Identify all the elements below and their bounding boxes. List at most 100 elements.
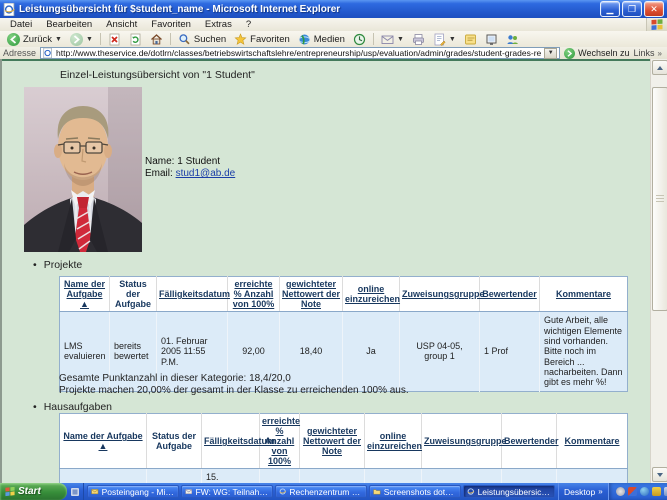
- folder-icon: [373, 487, 381, 496]
- menu-datei[interactable]: Datei: [3, 19, 39, 30]
- scroll-up-button[interactable]: [652, 60, 667, 75]
- student-email-link[interactable]: stud1@ab.de: [176, 168, 236, 179]
- back-icon: [7, 33, 20, 46]
- taskbar-task-leistungsuebersicht[interactable]: Leistungsübersicht fü...: [463, 485, 555, 498]
- stop-button[interactable]: [105, 32, 124, 46]
- history-button[interactable]: [350, 32, 369, 46]
- forward-icon: [70, 33, 83, 46]
- tray-network-icon[interactable]: [664, 487, 667, 496]
- home-icon: [150, 33, 163, 46]
- go-button[interactable]: Wechseln zu: [564, 48, 629, 59]
- sort-header-nettowert[interactable]: gewichteter Nettowert der Note: [280, 277, 343, 312]
- sort-header-bewertender[interactable]: Bewertender: [480, 277, 540, 312]
- desktop-toolbar[interactable]: Desktop »: [558, 483, 608, 500]
- menu-hilfe[interactable]: ?: [239, 19, 258, 30]
- email-label: Email:: [145, 168, 173, 179]
- start-button[interactable]: Start: [0, 483, 67, 500]
- forward-dropdown-icon[interactable]: ▼: [86, 36, 93, 43]
- minimize-button[interactable]: ▁: [600, 1, 620, 17]
- cell-datum: 15. November 2004 11:55 P.M.: [202, 469, 260, 483]
- start-label: Start: [18, 486, 41, 497]
- cell-aufgabe: Zusammenfassung OpenACS: [60, 469, 147, 483]
- menu-bearbeiten[interactable]: Bearbeiten: [39, 19, 99, 30]
- url-text: http://www.theservice.de/dotlrn/classes/…: [56, 48, 541, 58]
- messenger-button[interactable]: [503, 32, 522, 46]
- address-dropdown-icon[interactable]: ▼: [544, 48, 557, 59]
- vertical-scrollbar[interactable]: [650, 59, 667, 483]
- sort-header-faelligkeitsdatum[interactable]: Fälligkeitsdatum: [157, 277, 228, 312]
- refresh-icon: [129, 33, 142, 46]
- cell-bewertender: 1 Prof: [480, 312, 540, 391]
- address-input[interactable]: http://www.theservice.de/dotlrn/classes/…: [40, 47, 560, 59]
- edit-button[interactable]: ▼: [430, 32, 459, 46]
- refresh-button[interactable]: [126, 32, 145, 46]
- tray-clock-icon[interactable]: [616, 487, 625, 496]
- sort-header-faelligkeitsdatum[interactable]: Fälligkeitsdatum: [202, 414, 260, 469]
- search-label: Suchen: [194, 34, 226, 45]
- section-projekte-title: Projekte: [33, 259, 82, 271]
- go-icon: [564, 48, 575, 59]
- scrollbar-thumb[interactable]: [652, 87, 667, 311]
- address-label: Adresse: [3, 48, 36, 58]
- toolbar-separator: [100, 33, 101, 45]
- links-chevron-icon[interactable]: »: [658, 49, 662, 58]
- tray-update-icon[interactable]: [652, 487, 661, 496]
- back-dropdown-icon[interactable]: ▼: [55, 36, 62, 43]
- sort-header-zuweisungsgruppe[interactable]: Zuweisungsgruppe: [422, 414, 502, 469]
- home-button[interactable]: [147, 32, 166, 46]
- menu-ansicht[interactable]: Ansicht: [99, 19, 144, 30]
- edit-dropdown-icon[interactable]: ▼: [449, 36, 456, 43]
- search-button[interactable]: Suchen: [175, 32, 229, 46]
- sort-header-online-einzureichen[interactable]: online einzureichen: [343, 277, 400, 312]
- forward-button[interactable]: ▼: [67, 32, 96, 46]
- menu-extras[interactable]: Extras: [198, 19, 239, 30]
- discuss-button[interactable]: [461, 32, 480, 46]
- start-flag-icon: [5, 487, 15, 497]
- sort-header-name-der-aufgabe[interactable]: Name der Aufgabe ▲: [60, 277, 110, 312]
- sort-header-erreichte-prozent[interactable]: erreichte % Anzahl von 100%: [228, 277, 280, 312]
- tray-volume-icon[interactable]: [640, 487, 649, 496]
- sort-header-name-der-aufgabe[interactable]: Name der Aufgabe ▲: [60, 414, 147, 469]
- menu-favoriten[interactable]: Favoriten: [144, 19, 198, 30]
- window-title: Leistungsübersicht für $student_name - M…: [19, 4, 598, 15]
- browser-window: Leistungsübersicht für $student_name - M…: [0, 0, 667, 500]
- scroll-down-button[interactable]: [652, 467, 667, 482]
- cell-gruppe: Einzelleistung: [422, 469, 502, 483]
- title-bar: Leistungsübersicht für $student_name - M…: [0, 0, 667, 18]
- links-label[interactable]: Links: [634, 48, 655, 58]
- sort-header-online-einzureichen[interactable]: online einzureichen: [365, 414, 422, 469]
- screen-icon: [485, 33, 498, 46]
- sort-header-zuweisungsgruppe[interactable]: Zuweisungsgruppe: [400, 277, 480, 312]
- back-button[interactable]: Zurück ▼: [4, 32, 65, 46]
- media-button[interactable]: Medien: [295, 32, 348, 46]
- student-info: Name: 1 Student Email: stud1@ab.de: [145, 156, 235, 180]
- history-icon: [353, 33, 366, 46]
- quick-launch-area[interactable]: [67, 483, 84, 500]
- mail-dropdown-icon[interactable]: ▼: [397, 36, 404, 43]
- sort-header-kommentare[interactable]: Kommentare: [540, 277, 628, 312]
- taskbar-task-mail[interactable]: FW: WG: Teilnahme v...: [181, 485, 273, 498]
- taskbar-task-rechenzentrum[interactable]: Rechenzentrum Uni K...: [275, 485, 367, 498]
- projekte-header-row: Name der Aufgabe ▲ Status der Aufgabe Fä…: [60, 277, 628, 312]
- sort-header-nettowert[interactable]: gewichteter Nettowert der Note: [300, 414, 365, 469]
- cell-prozent: 100,00: [260, 469, 300, 483]
- fullscreen-button[interactable]: [482, 32, 501, 46]
- favorites-button[interactable]: Favoriten: [231, 32, 293, 46]
- taskbar-task-screenshots[interactable]: Screenshots dotLRN...: [369, 485, 461, 498]
- close-button[interactable]: ✕: [644, 1, 664, 17]
- desktop-chevron-icon[interactable]: »: [598, 487, 602, 496]
- tray-app-icon[interactable]: [628, 487, 637, 496]
- print-button[interactable]: [409, 32, 428, 46]
- mail-button[interactable]: ▼: [378, 32, 407, 46]
- ie-icon: [279, 487, 286, 496]
- restore-button[interactable]: ❐: [622, 1, 642, 17]
- cell-nettowert: 20,00: [300, 469, 365, 483]
- projekte-summary-points: Gesamte Punktanzahl in dieser Kategorie:…: [59, 373, 291, 384]
- back-label: Zurück: [23, 34, 52, 45]
- sort-header-erreichte-prozent[interactable]: erreichte % Anzahl von 100%: [260, 414, 300, 469]
- windows-logo-icon: [646, 18, 667, 31]
- grades-report-page: Einzel-Leistungsübersicht von "1 Student…: [2, 59, 651, 483]
- sort-header-kommentare[interactable]: Kommentare: [557, 414, 628, 469]
- sort-header-bewertender[interactable]: Bewertender: [502, 414, 557, 469]
- taskbar-task-posteingang[interactable]: Posteingang - Micros...: [87, 485, 179, 498]
